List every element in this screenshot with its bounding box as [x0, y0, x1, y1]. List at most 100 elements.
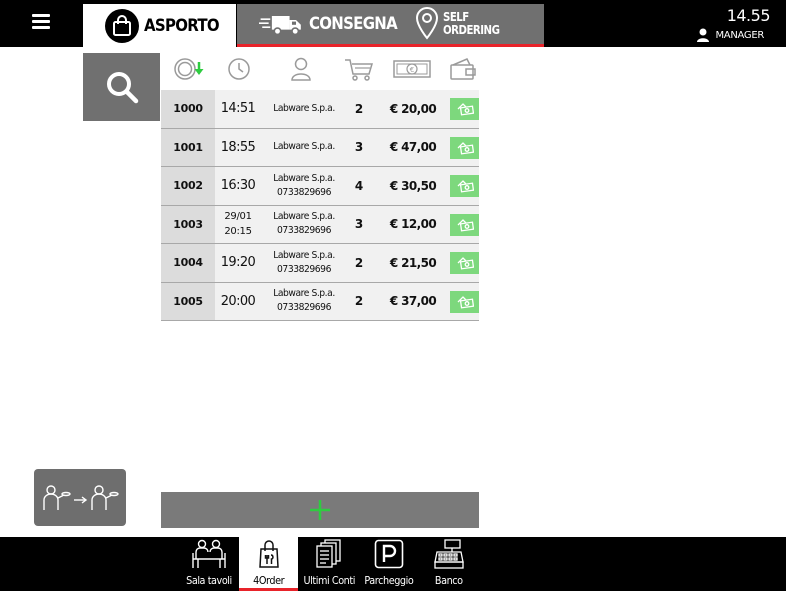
- table-header: €: [161, 53, 479, 90]
- order-quantity: 3: [354, 217, 364, 232]
- table-row[interactable]: 1001 18:55 Labware S.p.a. 3 € 47,00: [161, 128, 479, 167]
- order-time-cell: 16:30: [215, 167, 261, 205]
- table-row[interactable]: 1003 29/01 20:15 Labware S.p.a. 0733829696 3 €…: [161, 205, 479, 244]
- pay-button[interactable]: [450, 175, 479, 197]
- order-time-cell: 14:51: [215, 90, 261, 128]
- add-order-button[interactable]: [161, 492, 479, 528]
- app-root: ASPORTO CONSEGNA SELF ORDERING 14.55 MAN…: [0, 0, 786, 591]
- shopping-bag-icon: [105, 8, 139, 43]
- nav-ultimi-conti[interactable]: Ultimi Conti: [300, 537, 358, 591]
- nav-4order[interactable]: 4Order: [239, 537, 298, 591]
- tab-asporto-label: ASPORTO: [144, 15, 220, 36]
- table-row[interactable]: 1000 14:51 Labware S.p.a. 2 € 20,00: [161, 90, 479, 129]
- orders-table: € 1000 14:51 Labware S.p.a. 2 € 20,00 1001 18:…: [161, 53, 479, 321]
- tab-self-ordering-label: SELF ORDERING: [443, 10, 500, 37]
- pay-button[interactable]: [450, 213, 479, 236]
- transfer-button[interactable]: [34, 469, 126, 526]
- order-time-cell: 29/01 20:15: [215, 206, 261, 244]
- search-button[interactable]: [83, 53, 160, 121]
- table-row[interactable]: 1005 20:00 Labware S.p.a. 0733829696 2 € 37,0…: [161, 282, 479, 321]
- order-quantity: 2: [354, 101, 364, 116]
- clock-icon[interactable]: [227, 57, 251, 81]
- customer-cell: Labware S.p.a.: [269, 129, 339, 167]
- pay-cash-icon: [457, 103, 474, 116]
- order-time: 18:55: [220, 139, 256, 155]
- self-ordering-line2: ORDERING: [443, 23, 500, 37]
- nav-parcheggio[interactable]: Parcheggio: [360, 537, 418, 591]
- user-menu[interactable]: MANAGER: [697, 28, 764, 42]
- customer-phone: 0733829696: [277, 302, 331, 314]
- pay-cash-icon: [457, 141, 474, 155]
- location-pin-icon: [415, 6, 439, 40]
- delivery-truck-icon: [259, 15, 301, 36]
- pay-button[interactable]: [450, 290, 479, 313]
- self-ordering-line1: SELF: [443, 10, 469, 24]
- customer-cell: Labware S.p.a. 0733829696: [269, 283, 339, 321]
- customer-name: Labware S.p.a.: [273, 249, 335, 261]
- customer-icon[interactable]: [290, 57, 312, 81]
- pay-button[interactable]: [450, 136, 479, 159]
- order-amount: € 30,50: [389, 178, 437, 193]
- table-row[interactable]: 1004 19:20 Labware S.p.a. 0733829696 2 € 21,5…: [161, 244, 479, 283]
- shopping-bag-icon: [258, 540, 279, 568]
- customer-name: Labware S.p.a.: [273, 102, 335, 114]
- sort-order-icon[interactable]: [173, 57, 205, 81]
- cart-icon[interactable]: [344, 57, 374, 81]
- customer-cell: Labware S.p.a.: [269, 90, 339, 128]
- pay-button[interactable]: [450, 252, 479, 274]
- order-amount: € 20,00: [389, 101, 437, 116]
- bottom-nav: Sala tavoli 4Order Ultimi Conti Parchegg…: [0, 537, 786, 591]
- user-icon: [697, 28, 710, 42]
- customer-name: Labware S.p.a.: [273, 211, 335, 223]
- order-amount: € 47,00: [389, 140, 437, 155]
- order-time: 16:30: [220, 178, 256, 194]
- cash-register-icon: [434, 539, 464, 569]
- table-row[interactable]: 1002 16:30 Labware S.p.a. 0733829696 4 € 30,5…: [161, 167, 479, 206]
- nav-4order-label: 4Order: [252, 574, 285, 587]
- customer-name: Labware S.p.a.: [273, 141, 335, 153]
- order-quantity: 3: [354, 140, 364, 155]
- nav-sala-tavoli[interactable]: Sala tavoli: [180, 537, 237, 591]
- order-id: 1000: [161, 90, 215, 128]
- tab-asporto[interactable]: ASPORTO: [83, 4, 236, 47]
- customer-phone: 0733829696: [277, 225, 331, 237]
- order-amount: € 12,00: [389, 217, 437, 232]
- customer-phone: 0733829696: [277, 186, 331, 198]
- nav-ultimi-conti-label: Ultimi Conti: [303, 574, 355, 587]
- wallet-icon[interactable]: [449, 57, 477, 81]
- receipts-icon: [316, 539, 341, 568]
- pay-cash-icon: [457, 180, 474, 193]
- order-time: 20:00: [220, 293, 256, 309]
- top-bar: ASPORTO CONSEGNA SELF ORDERING 14.55 MAN…: [0, 0, 786, 47]
- tab-self-ordering[interactable]: SELF ORDERING: [409, 4, 544, 44]
- order-time-cell: 19:20: [215, 244, 261, 282]
- order-quantity: 2: [354, 294, 364, 309]
- user-name: MANAGER: [715, 29, 764, 41]
- hamburger-menu-icon[interactable]: [26, 12, 56, 36]
- table-body: 1000 14:51 Labware S.p.a. 2 € 20,00 1001 18:55…: [161, 90, 479, 321]
- order-id: 1004: [161, 244, 215, 282]
- tab-consegna-label: CONSEGNA: [309, 14, 398, 34]
- order-id: 1002: [161, 167, 215, 205]
- pay-button[interactable]: [450, 98, 479, 120]
- tab-consegna[interactable]: CONSEGNA: [237, 4, 409, 44]
- order-id: 1005: [161, 282, 215, 320]
- order-quantity: 2: [354, 255, 364, 270]
- order-date: 29/01: [224, 211, 252, 223]
- pay-cash-icon: [457, 257, 474, 270]
- pay-cash-icon: [457, 218, 474, 232]
- order-id: 1001: [161, 128, 215, 166]
- plus-icon: [310, 500, 330, 520]
- svg-text:€: €: [410, 66, 414, 74]
- customer-cell: Labware S.p.a. 0733829696: [269, 206, 339, 244]
- pay-cash-icon: [457, 295, 474, 309]
- nav-banco[interactable]: Banco: [420, 537, 478, 591]
- customer-phone: 0733829696: [277, 263, 331, 275]
- order-quantity: 4: [354, 178, 364, 193]
- nav-sala-tavoli-label: Sala tavoli: [185, 574, 232, 587]
- nav-parcheggio-label: Parcheggio: [364, 574, 414, 587]
- banknote-icon[interactable]: €: [393, 57, 431, 81]
- tables-icon: [191, 539, 226, 568]
- customer-name: Labware S.p.a.: [273, 172, 335, 184]
- parking-icon: [374, 539, 404, 569]
